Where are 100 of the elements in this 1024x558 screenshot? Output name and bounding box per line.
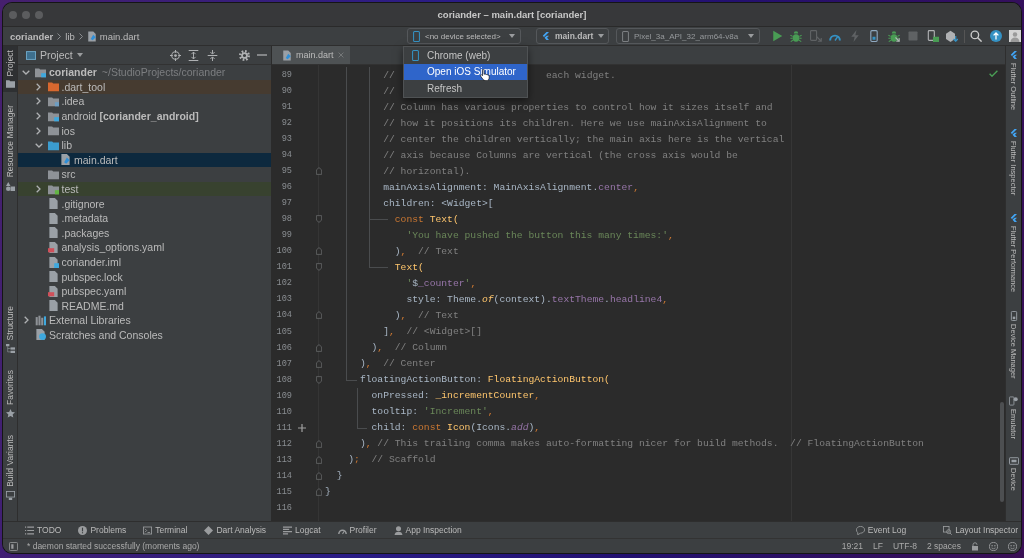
tree-item[interactable]: pubspec.yaml (18, 283, 271, 299)
run-config-selector[interactable]: main.dart (536, 28, 610, 44)
tree-item[interactable]: pubspec.lock (18, 269, 271, 284)
tree-item[interactable]: .dart_tool (18, 79, 271, 95)
line-number: 105 (275, 326, 292, 337)
chevron-right-icon[interactable] (36, 126, 41, 135)
status-item[interactable]: 19:21 (841, 541, 863, 551)
scrollbar-thumb[interactable] (1000, 402, 1004, 502)
device-selector[interactable]: <no device selected> (407, 28, 522, 44)
tool-window-button[interactable]: Layout Inspector (943, 525, 1018, 535)
minimize-window-icon[interactable] (22, 10, 30, 19)
fold-marker-icon[interactable] (315, 215, 322, 224)
face-icon[interactable] (989, 541, 998, 551)
chevron-right-icon[interactable] (36, 82, 41, 91)
tree-item[interactable]: coriander.iml (18, 254, 271, 270)
chevron-down-icon[interactable] (34, 142, 43, 148)
status-item[interactable]: UTF-8 (892, 541, 917, 551)
tree-item[interactable]: .idea (18, 94, 271, 109)
close-window-icon[interactable] (9, 10, 17, 19)
tree-item[interactable]: coriander ~/StudioProjects/coriander (18, 65, 271, 80)
tool-window-tab[interactable]: Structure (3, 301, 17, 358)
lock-icon[interactable] (971, 541, 979, 551)
tool-window-button[interactable]: Terminal (143, 525, 188, 535)
tree-item[interactable]: test (18, 181, 271, 197)
fold-marker-icon[interactable] (315, 167, 322, 176)
play-icon[interactable] (770, 30, 783, 42)
tool-window-button[interactable]: Profiler (337, 525, 377, 535)
fold-marker-icon[interactable] (315, 343, 322, 352)
tool-window-tab[interactable]: Build Variants (3, 431, 17, 504)
tree-item[interactable]: .metadata (18, 210, 271, 226)
status-item[interactable]: LF (872, 541, 883, 551)
tree-item[interactable]: .packages (18, 225, 271, 241)
fold-marker-icon[interactable] (315, 263, 322, 272)
tree-item[interactable]: android [coriander_android] (18, 108, 271, 124)
folder-icon (47, 125, 59, 137)
face-icon[interactable] (1008, 541, 1017, 551)
tree-item[interactable]: main.dart (18, 152, 271, 168)
bug-arrow-icon[interactable] (887, 30, 900, 42)
code-line: ), // Text (394, 310, 459, 321)
code-line: // Column has various properties to control how it sizes itself and (383, 101, 773, 113)
tool-window-button[interactable]: Event Log (855, 525, 907, 535)
breadcrumb[interactable]: main.dart (86, 30, 140, 42)
menu-item[interactable]: Open iOS Simulator (404, 63, 527, 81)
fold-marker-icon[interactable] (315, 471, 322, 480)
tree-item[interactable]: ios (18, 123, 271, 138)
tool-window-tab[interactable]: Resource Manager (3, 101, 17, 195)
project-view-selector[interactable]: Project (25, 49, 84, 61)
square-icon[interactable] (9, 541, 18, 551)
tool-window-button[interactable]: Problems (78, 525, 127, 535)
phone-badge-icon[interactable] (926, 30, 939, 42)
fold-marker-icon[interactable] (315, 247, 322, 256)
tool-window-button[interactable]: Logcat (283, 525, 321, 535)
tool-window-tab[interactable]: Favorites (3, 366, 17, 423)
chevron-right-icon[interactable] (36, 185, 41, 194)
tree-item[interactable]: analysis_options.yaml (18, 240, 271, 255)
file-icon (86, 30, 97, 42)
line-number: 95 (280, 166, 292, 177)
search-icon[interactable] (970, 30, 982, 42)
chevron-right-icon[interactable] (23, 316, 29, 325)
expand-all-icon[interactable] (188, 49, 199, 61)
tree-item[interactable]: README.md (18, 298, 271, 314)
tree-item[interactable]: lib (18, 137, 271, 153)
tool-window-button[interactable]: TODO (25, 525, 62, 535)
avatar-icon[interactable] (1009, 30, 1021, 42)
menu-item[interactable]: Refresh (404, 80, 527, 97)
close-icon[interactable] (337, 52, 344, 58)
phone-icon[interactable] (868, 30, 880, 42)
tool-window-tab[interactable]: Project (3, 46, 17, 93)
chevron-right-icon[interactable] (36, 97, 41, 106)
tree-item[interactable]: Scratches and Consoles (18, 327, 271, 343)
status-item[interactable]: 2 spaces (926, 541, 961, 551)
code-line: } (336, 470, 343, 482)
bug-icon[interactable] (790, 30, 802, 42)
tree-item[interactable]: src (18, 167, 271, 182)
tree-item[interactable]: .gitignore (18, 196, 271, 211)
editor-tab[interactable]: main.dart (272, 46, 350, 64)
chevron-down-icon[interactable] (22, 69, 30, 75)
package-download-icon[interactable] (946, 30, 958, 42)
chevron-right-icon[interactable] (36, 112, 41, 121)
fold-marker-icon[interactable] (315, 359, 322, 368)
fold-marker-icon[interactable] (315, 375, 322, 384)
fold-marker-icon[interactable] (315, 455, 322, 464)
tool-window-button[interactable]: App Inspection (393, 525, 462, 535)
maximize-window-icon[interactable] (35, 10, 43, 19)
tool-window-button[interactable]: Dart Analysis (204, 525, 267, 535)
collapse-all-icon[interactable] (206, 49, 218, 61)
fold-marker-icon[interactable] (315, 487, 322, 496)
breadcrumb[interactable]: lib (65, 30, 75, 42)
tree-item[interactable]: External Libraries (18, 313, 271, 328)
line-number: 110 (275, 406, 292, 417)
file-icon (47, 241, 59, 253)
arrow-up-circle-icon[interactable] (989, 30, 1002, 42)
settings-icon[interactable] (238, 49, 250, 61)
menu-item[interactable]: Chrome (web) (404, 47, 527, 64)
line-number: 114 (275, 470, 292, 481)
fold-marker-icon[interactable] (315, 439, 322, 448)
crosshair-icon[interactable] (169, 49, 181, 61)
fold-marker-icon[interactable] (315, 311, 322, 320)
breadcrumb[interactable]: coriander (10, 30, 54, 42)
monitor-icon (5, 491, 15, 500)
